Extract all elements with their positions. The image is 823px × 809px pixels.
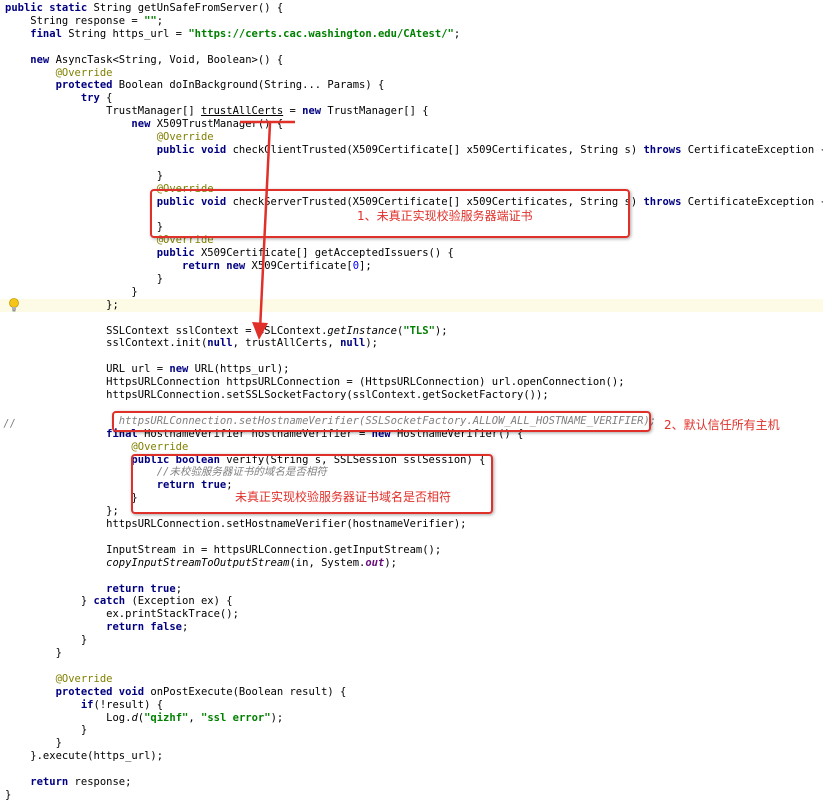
annotation-arrow <box>240 120 295 340</box>
